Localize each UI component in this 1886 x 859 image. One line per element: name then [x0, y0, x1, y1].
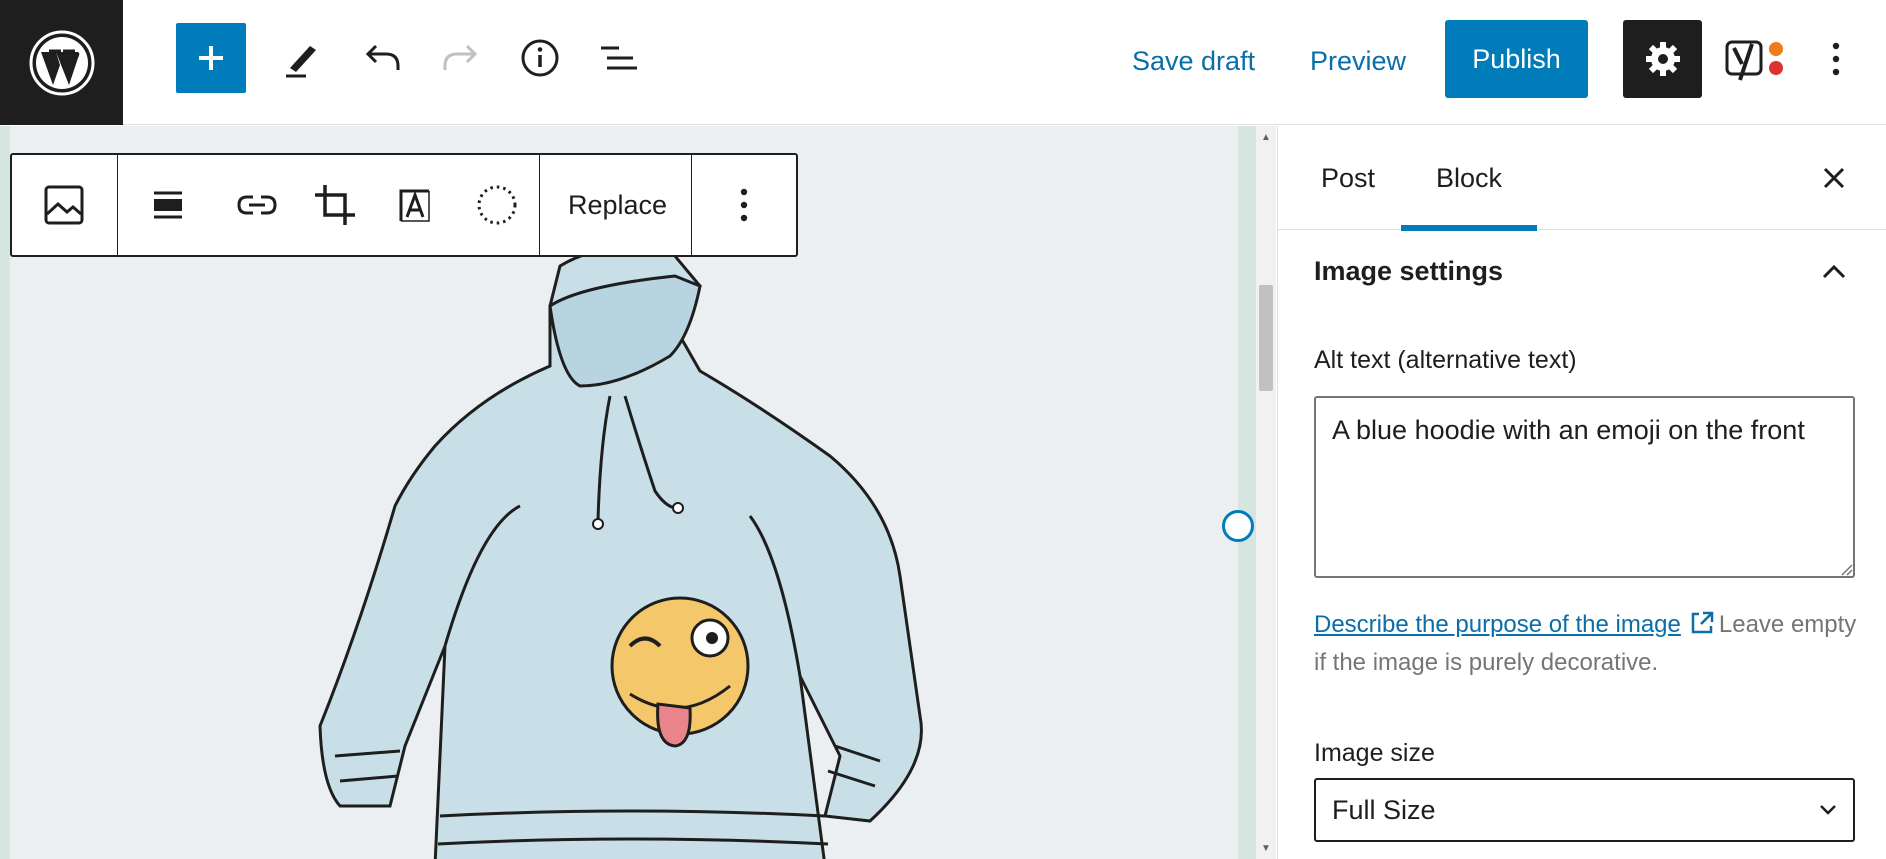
crop-button[interactable] — [296, 155, 376, 255]
chevron-up-icon — [1822, 264, 1846, 279]
image-block-border — [1238, 126, 1256, 859]
editor-header: Save draft Preview Publish — [0, 0, 1886, 125]
pencil-icon — [286, 46, 316, 78]
settings-button[interactable] — [1623, 20, 1702, 98]
add-block-button[interactable] — [176, 23, 246, 93]
close-icon — [1823, 167, 1845, 189]
image-settings-panel-title[interactable]: Image settings — [1314, 256, 1503, 287]
plus-icon — [199, 46, 223, 70]
yoast-icon — [1725, 40, 1783, 81]
canvas-scrollbar[interactable] — [1256, 126, 1276, 859]
resize-handle[interactable] — [1222, 510, 1254, 542]
align-button[interactable] — [118, 155, 218, 255]
redo-button[interactable] — [426, 23, 496, 93]
block-type-group — [12, 155, 118, 255]
redo-icon — [443, 44, 478, 70]
sidebar-tabs: Post Block — [1278, 126, 1886, 231]
tools-button[interactable] — [267, 23, 337, 93]
alt-text-help: Describe the purpose of the image Leave … — [1314, 606, 1864, 682]
scroll-down-arrow[interactable]: ▼ — [1259, 841, 1273, 855]
image-icon — [44, 185, 84, 225]
text-overlay-button[interactable] — [375, 155, 455, 255]
textarea-resize-icon[interactable] — [1839, 562, 1853, 576]
options-button[interactable] — [1816, 28, 1856, 90]
block-options-button[interactable] — [692, 155, 796, 255]
tab-block[interactable]: Block — [1401, 126, 1537, 231]
list-view-icon — [601, 46, 637, 70]
close-sidebar-button[interactable] — [1812, 156, 1856, 200]
image-size-value: Full Size — [1332, 794, 1436, 825]
undo-button[interactable] — [347, 23, 417, 93]
crop-icon — [315, 185, 356, 225]
external-link-icon — [1691, 611, 1714, 634]
describe-purpose-link[interactable]: Describe the purpose of the image — [1314, 611, 1681, 638]
duotone-button[interactable] — [455, 155, 539, 255]
more-vertical-icon — [740, 188, 748, 222]
image-block-border — [0, 126, 10, 859]
more-group — [692, 155, 796, 255]
duotone-icon — [477, 185, 517, 225]
more-vertical-icon — [1832, 42, 1840, 76]
alt-text-field[interactable] — [1314, 396, 1855, 578]
save-draft-button[interactable]: Save draft — [1132, 30, 1255, 92]
yoast-button[interactable] — [1724, 34, 1790, 84]
undo-icon — [365, 44, 400, 70]
align-icon — [153, 191, 182, 219]
collapse-panel-button[interactable] — [1812, 250, 1856, 294]
image-size-select[interactable]: Full Size — [1314, 778, 1855, 842]
block-type-button[interactable] — [12, 155, 116, 255]
link-button[interactable] — [218, 155, 296, 255]
text-overlay-icon — [399, 189, 431, 222]
replace-group: Replace — [540, 155, 692, 255]
tab-post[interactable]: Post — [1306, 126, 1390, 230]
gear-icon — [1645, 42, 1680, 76]
scrollbar-thumb[interactable] — [1259, 285, 1273, 391]
list-view-button[interactable] — [584, 23, 654, 93]
wordpress-logo-icon[interactable] — [0, 0, 123, 125]
info-icon — [521, 39, 559, 77]
block-toolbar: Replace — [10, 153, 798, 257]
alt-text-label: Alt text (alternative text) — [1314, 346, 1577, 374]
replace-button[interactable]: Replace — [540, 155, 695, 255]
block-controls-group — [118, 155, 540, 255]
chevron-down-icon — [1820, 805, 1836, 815]
scroll-up-arrow[interactable]: ▲ — [1259, 130, 1273, 144]
details-button[interactable] — [505, 23, 575, 93]
hoodie-image[interactable] — [280, 246, 960, 859]
preview-button[interactable]: Preview — [1310, 30, 1406, 92]
link-icon — [237, 195, 277, 215]
image-size-label: Image size — [1314, 739, 1435, 767]
settings-sidebar: Post Block Image settings Alt text (alte… — [1277, 126, 1886, 859]
publish-button[interactable]: Publish — [1445, 20, 1588, 98]
